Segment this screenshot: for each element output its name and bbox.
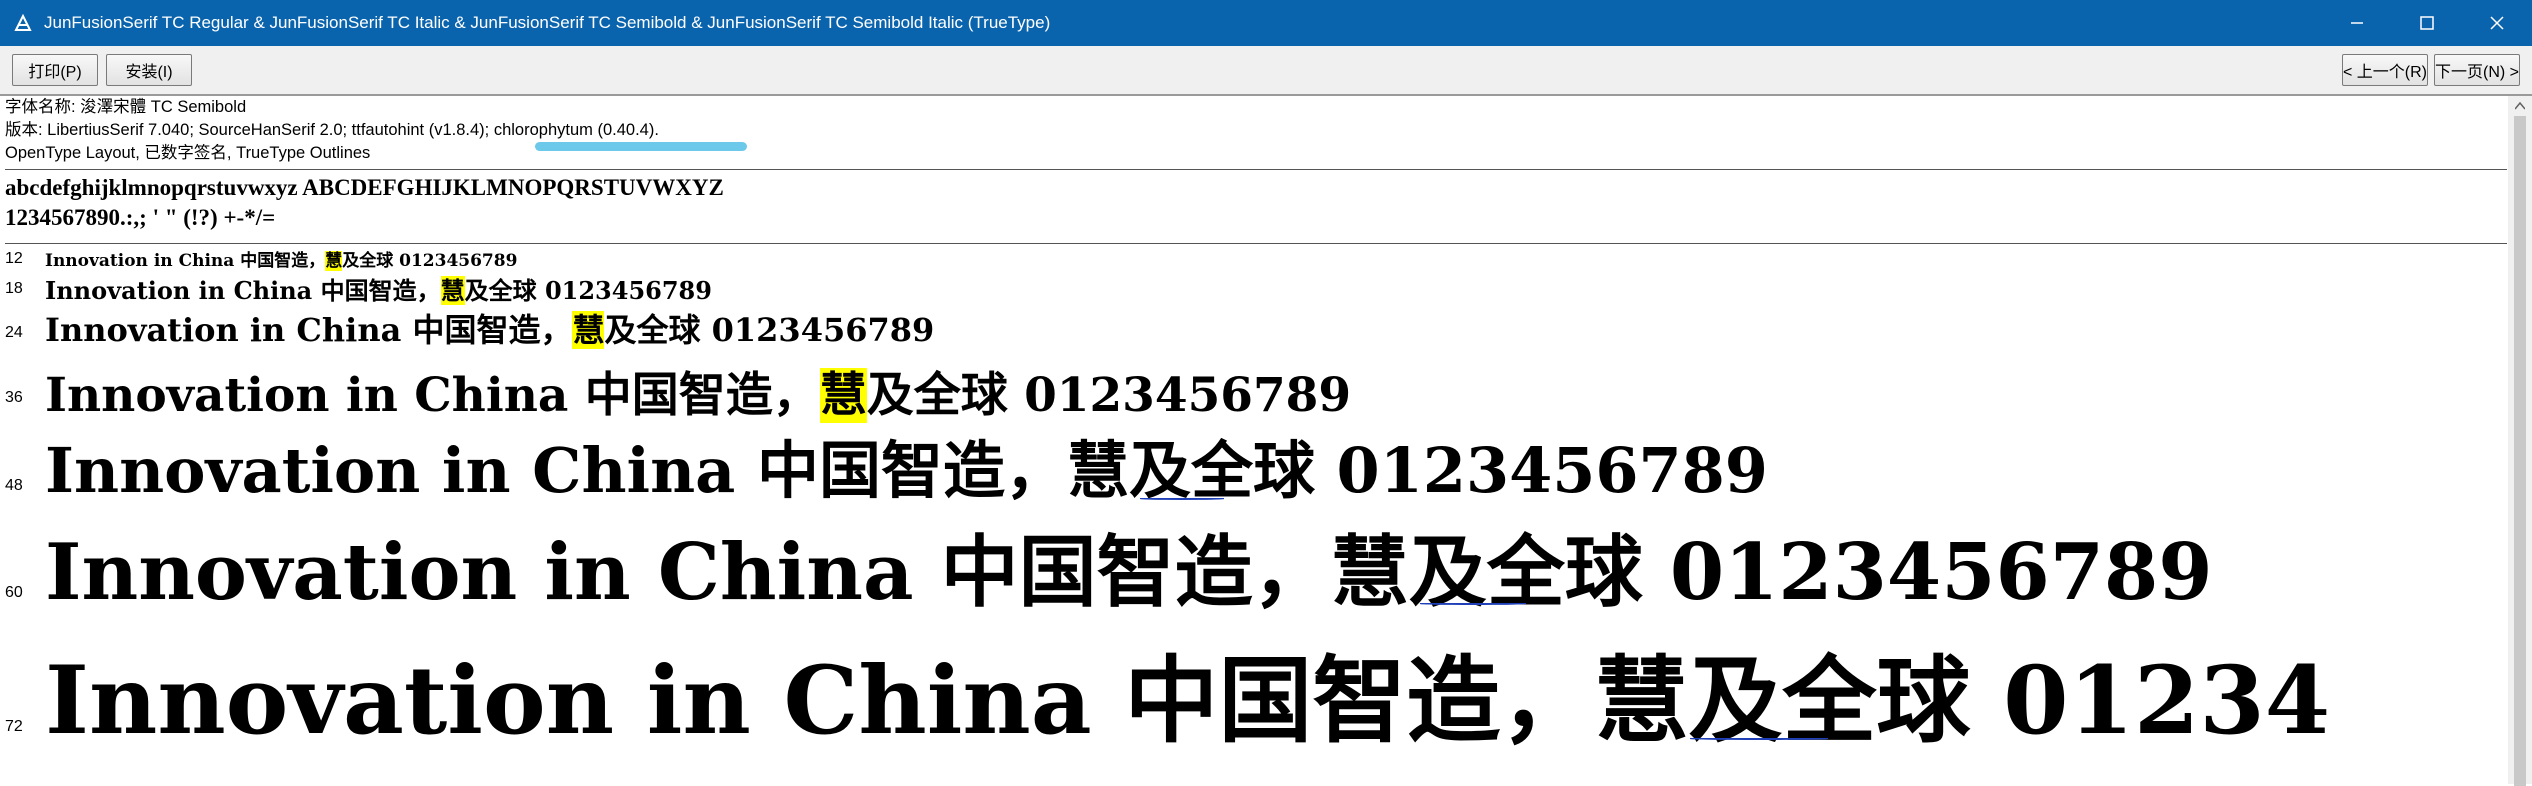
size-label: 36 [5,389,23,406]
annotated-char: 慧 [1594,646,1689,756]
maximize-button[interactable] [2392,0,2462,46]
font-file-icon [14,13,34,33]
sample-text: Innovation in China 中国智造，慧及全球 0123456789 [45,311,935,349]
minimize-icon [2351,22,2363,24]
maximize-icon [2420,16,2434,30]
next-page-button[interactable]: 下一页(N) > [2434,54,2520,86]
toolbar: 打印(P) 安装(I) < 上一个(R) 下一页(N) > [0,46,2532,96]
size-label: 48 [5,477,23,494]
annotated-char: 慧 [1330,527,1409,618]
sample-text: Innovation in China 中国智造，慧及全球 0123456789 [45,251,518,271]
annotated-char: 慧 [1066,434,1129,507]
font-info: 字体名称: 浚澤宋體 TC Semibold 版本: LibertiusSeri… [5,96,659,165]
charset-letters: abcdefghijklmnopqrstuvwxyz ABCDEFGHIJKLM… [5,175,724,200]
size-label: 72 [5,718,23,735]
charset-digits: 1234567890.:,; ' " (!?) +-*/= [5,205,276,230]
divider [5,169,2507,170]
sample-text: Innovation in China 中国智造，慧及全球 0123456789 [45,434,1768,507]
font-version: 版本: LibertiusSerif 7.040; SourceHanSerif… [5,121,659,139]
highlighted-char: 慧 [325,251,343,271]
window-title: JunFusionSerif TC Regular & JunFusionSer… [44,13,1051,32]
font-name: 字体名称: 浚澤宋體 TC Semibold [5,98,247,116]
annotation-underline [1140,498,1224,500]
print-button[interactable]: 打印(P) [12,54,98,86]
sample-text: Innovation in China 中国智造，慧及全球 0123456789 [45,276,712,305]
highlighted-char: 慧 [819,368,867,423]
sample-text: Innovation in China 中国智造，慧及全球 01234 [45,646,2331,756]
divider [5,243,2507,244]
install-button[interactable]: 安装(I) [106,54,192,86]
vertical-scrollbar[interactable] [2508,96,2532,786]
annotation-highlight-line [535,142,747,151]
window-controls [2322,0,2532,46]
close-icon [2490,16,2504,30]
size-label: 60 [5,584,23,601]
scroll-up-icon[interactable] [2512,98,2528,114]
close-button[interactable] [2462,0,2532,46]
annotation-underline [1690,738,1828,740]
annotation-underline [1420,603,1526,605]
highlighted-char: 慧 [440,276,465,305]
minimize-button[interactable] [2322,0,2392,46]
sample-text: Innovation in China 中国智造，慧及全球 0123456789 [45,527,2213,618]
size-label: 12 [5,250,23,267]
highlighted-char: 慧 [572,311,605,349]
size-label: 24 [5,324,23,341]
title-bar: JunFusionSerif TC Regular & JunFusionSer… [0,0,2532,46]
sample-text: Innovation in China 中国智造，慧及全球 0123456789 [45,368,1352,423]
scrollbar-thumb[interactable] [2514,116,2526,786]
size-label: 18 [5,280,23,297]
previous-button[interactable]: < 上一个(R) [2342,54,2428,86]
